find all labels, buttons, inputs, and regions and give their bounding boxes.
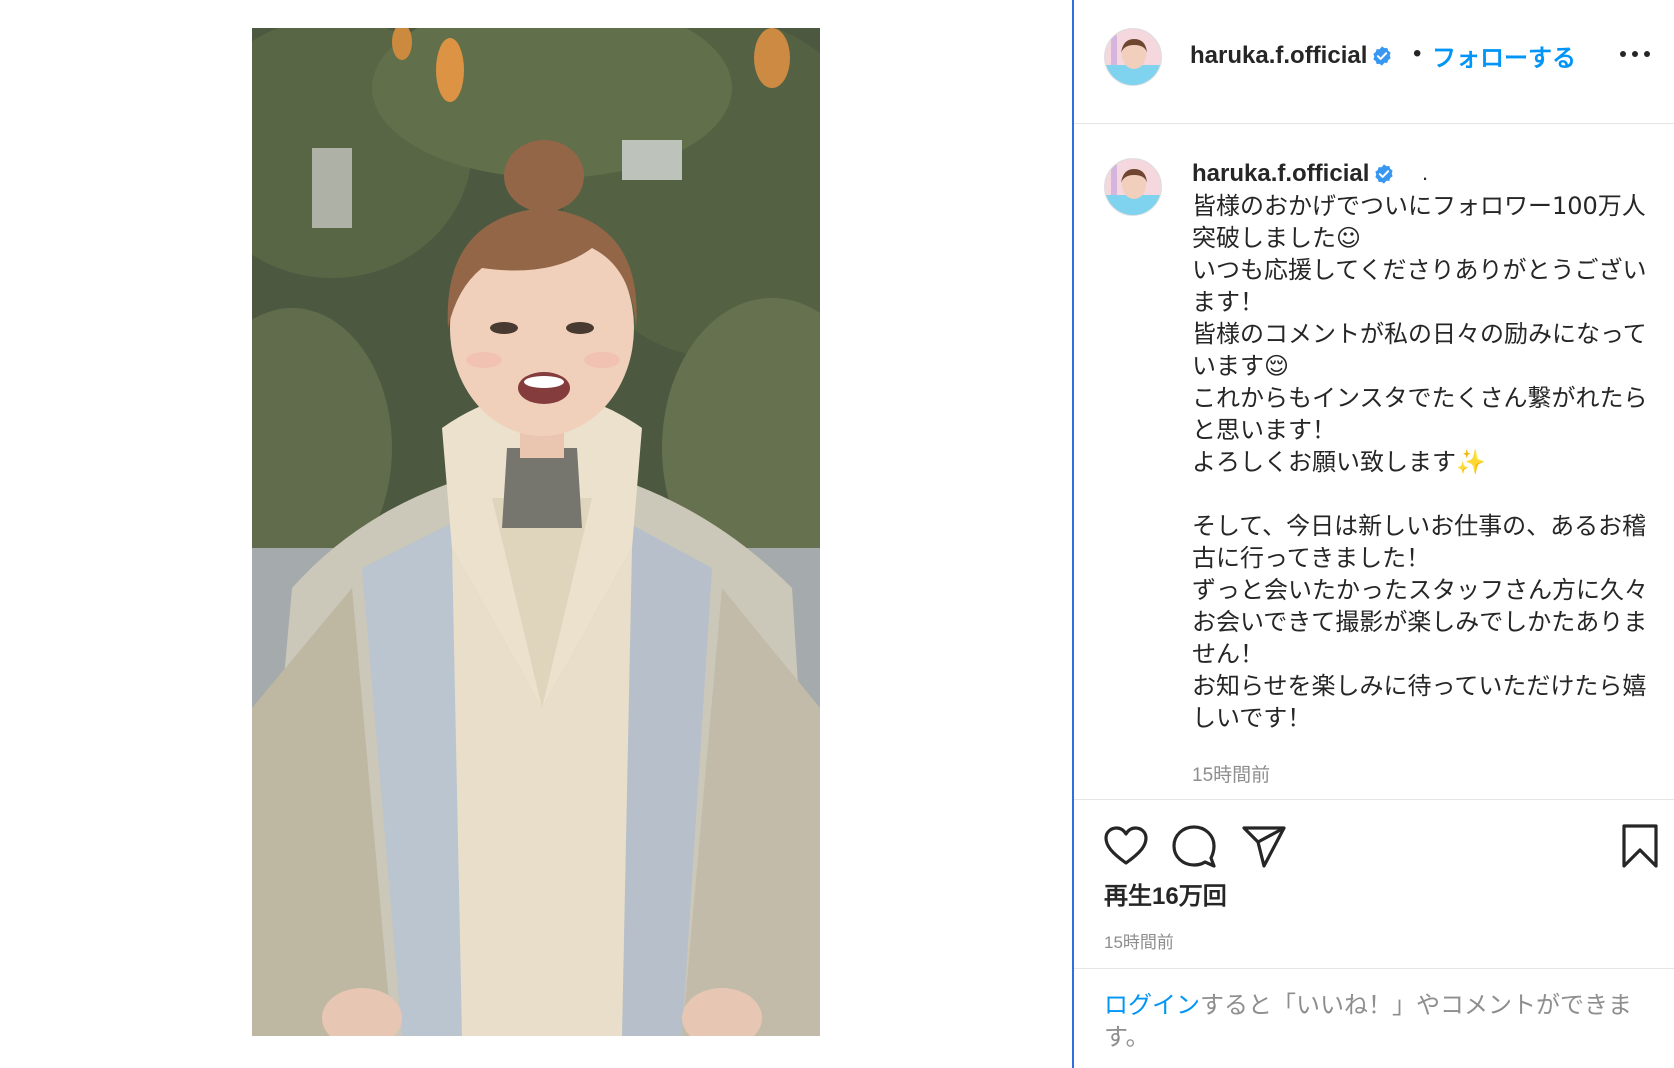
caption-text: 皆様のおかげでついにフォロワー100万人突破しました☺ いつも応援してくださりあ… [1192,192,1648,732]
avatar-image [1105,159,1161,215]
caption-area: haruka.f.official . 皆様のおかげでついにフォロワー100万人… [1074,124,1674,800]
caption-username[interactable]: haruka.f.official [1192,160,1395,188]
bookmark-icon [1622,824,1658,868]
caption-timestamp[interactable]: 15時間前 [1192,760,1270,787]
comment-bubble-icon [1172,825,1216,868]
like-button[interactable] [1102,822,1150,870]
share-button[interactable] [1240,822,1288,870]
more-options-button[interactable] [1618,44,1652,64]
login-prompt-text: ログインすると「いいね！」やコメントができます。 [1104,989,1644,1053]
media-pane [0,0,1072,1068]
post-page: haruka.f.official haruka.f.official . 皆様… [0,0,1674,1068]
paper-plane-icon [1242,826,1286,868]
username-text[interactable]: haruka.f.official [1190,42,1367,69]
avatar[interactable] [1104,28,1162,86]
separator-dot: • [1413,40,1422,67]
avatar-image [1105,29,1161,85]
caption-first-line: . [1422,160,1429,185]
login-prompt: ログインすると「いいね！」やコメントができます。 [1074,968,1674,1068]
comment-button[interactable] [1170,822,1218,870]
header-username[interactable]: haruka.f.official [1190,42,1393,70]
avatar[interactable] [1104,158,1162,216]
login-link[interactable]: ログイン [1104,991,1200,1019]
post-timestamp[interactable]: 15時間前 [1104,928,1174,953]
more-options-icon [1620,51,1650,57]
heart-icon [1104,826,1148,865]
username-text[interactable]: haruka.f.official [1192,160,1369,187]
video-frame-illustration [252,28,820,1036]
save-button[interactable] [1616,822,1664,870]
post-video[interactable] [252,28,820,1036]
post-header: haruka.f.official [1074,0,1674,124]
follow-button[interactable]: フォローする [1432,38,1576,73]
verified-badge-icon [1373,46,1391,66]
verified-badge-icon [1375,164,1393,184]
play-count[interactable]: 再生16万回 [1104,876,1227,911]
post-sidebar: haruka.f.official haruka.f.official . 皆様… [1074,0,1674,1068]
